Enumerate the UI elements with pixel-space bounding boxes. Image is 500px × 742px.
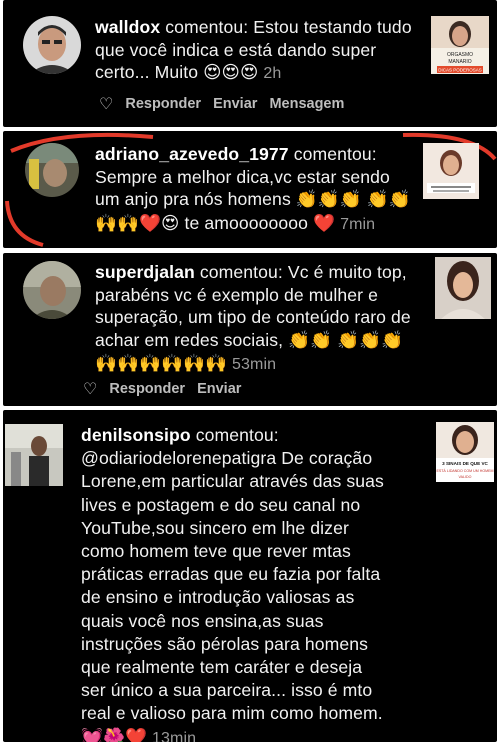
like-heart-icon[interactable]: ♡ (99, 94, 113, 114)
comment-username[interactable]: denilsonsipo (81, 425, 191, 445)
comment-timestamp: 7min (340, 215, 376, 233)
thumb-text-1: ORGASMO (447, 52, 473, 58)
emoji-group: 😍😍😍 (203, 63, 259, 83)
comment-verb: comentou: (199, 262, 283, 282)
thumb-text-2: ESTÁ LIDANDO COM UM HOMEM (436, 469, 493, 473)
comment-line: como homem teve que rever mtas (81, 541, 351, 562)
comment-text: adriano_azevedo_1977 comentou: Sempre a … (95, 143, 415, 236)
comment-text: superdjalan comentou: Vc é muito top, pa… (95, 261, 425, 377)
send-button[interactable]: Enviar (197, 381, 241, 397)
emoji-group: 👏👏 (288, 330, 333, 351)
comment-timestamp: 13min (152, 729, 197, 742)
emoji-group: ❤️ (313, 213, 336, 234)
avatar[interactable] (23, 261, 81, 319)
comment-line: real e valioso para mim como homem. (81, 703, 383, 724)
comment-line: lives e postagem e do seu canal no (81, 494, 361, 515)
like-heart-icon[interactable]: ♡ (83, 379, 97, 399)
emoji-group: 👏👏👏 (295, 190, 362, 210)
post-thumbnail[interactable]: ORGASMO MANARIO DICAS PODEROSAS (431, 16, 489, 74)
avatar[interactable] (25, 143, 79, 197)
comment-username[interactable]: adriano_azevedo_1977 (95, 144, 289, 164)
comment-line: YouTube,sou sincero em lhe dizer (81, 517, 349, 538)
thumb-text-3: DICAS PODEROSAS (438, 68, 482, 73)
comment-card-denilsonsipo: denilsonsipo comentou: @odiariodelorenep… (3, 410, 497, 742)
avatar[interactable] (23, 16, 81, 74)
comment-line: @odiariodelorenepatigra De coração (81, 448, 373, 469)
thumb-text-3: VALIDO (459, 475, 472, 479)
comment-timestamp: 53min (232, 356, 277, 373)
comment-card-walldox: walldox comentou: Estou testando tudo qu… (3, 0, 497, 127)
comment-line: ser único a sua parceira... isso é mto (81, 680, 373, 701)
comment-text: denilsonsipo comentou: @odiariodelorenep… (81, 424, 429, 742)
comment-line: práticas erradas que eu fazia por falta (81, 564, 381, 585)
thumb-text-1: 3 SINAIS DE QUE VC (442, 461, 488, 466)
thumb-text-2: MANARIO (448, 59, 471, 65)
comment-card-superdjalan: superdjalan comentou: Vc é muito top, pa… (3, 253, 497, 406)
comment-body-end: te amoooooooo (184, 212, 309, 233)
post-thumbnail[interactable] (423, 143, 479, 199)
send-button[interactable]: Enviar (213, 96, 257, 112)
comment-username[interactable]: walldox (95, 17, 160, 37)
comment-line: que realmente tem caráter e deseja (81, 657, 363, 678)
comment-line: instruções são pérolas para homens (81, 633, 369, 654)
comment-verb: comentou: (165, 17, 249, 37)
comment-line: quais você nos ensina,as suas (81, 610, 324, 631)
reply-button[interactable]: Responder (125, 96, 201, 112)
reply-button[interactable]: Responder (109, 381, 185, 397)
comment-actions: ♡ Responder Enviar (83, 379, 241, 399)
avatar[interactable] (5, 424, 63, 486)
comment-timestamp: 2h (263, 65, 282, 82)
post-thumbnail[interactable]: 3 SINAIS DE QUE VC ESTÁ LIDANDO COM UM H… (436, 422, 494, 482)
post-thumbnail[interactable] (435, 257, 491, 319)
emoji-group: 💓🌺❤️ (81, 727, 148, 742)
comment-verb: comentou: (293, 144, 377, 164)
comment-line: de ensino e introdução valiosas as (81, 587, 355, 608)
comment-username[interactable]: superdjalan (95, 262, 195, 282)
comment-actions: ♡ Responder Enviar Mensagem (99, 94, 344, 114)
comment-line: Lorene,em particular através das suas (81, 471, 384, 492)
comment-verb: comentou: (195, 425, 279, 445)
comment-card-adriano: adriano_azevedo_1977 comentou: Sempre a … (3, 131, 497, 248)
message-button[interactable]: Mensagem (269, 96, 344, 112)
comment-text: walldox comentou: Estou testando tudo qu… (95, 16, 420, 86)
